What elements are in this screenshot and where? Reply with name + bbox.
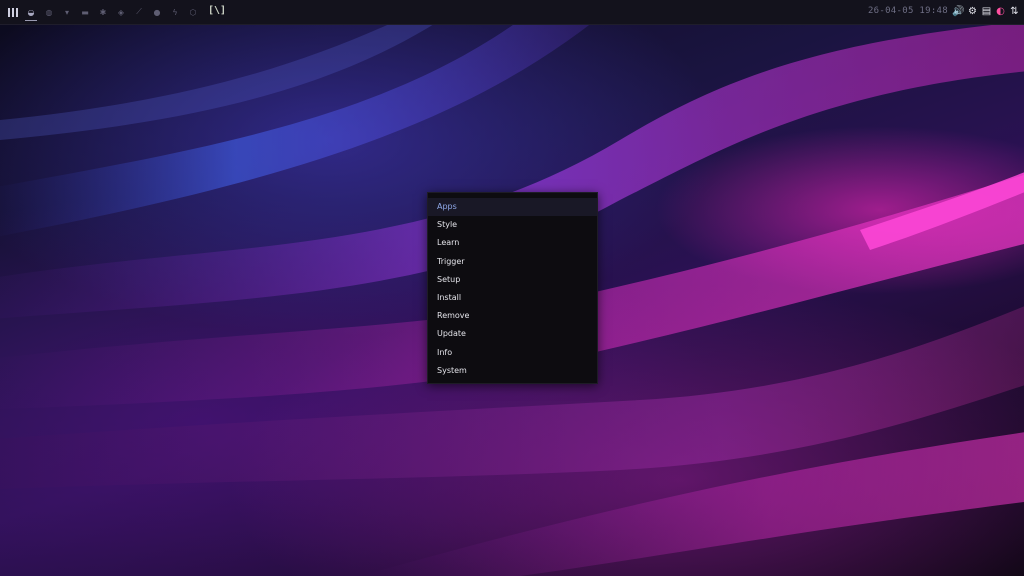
bug-icon: ✱ [99,7,107,17]
workspace-3[interactable]: ▾ [58,3,76,21]
menu-item-system[interactable]: System [428,362,597,380]
settings-gear-icon[interactable]: ⚙ [967,6,978,18]
drop-icon: ● [153,7,161,17]
workspace-10[interactable]: ⬡ [184,3,202,21]
workspace-list: ◒ ◍ ▾ ▬ ✱ ◈ ⟋ ● ϟ ⬡ [22,3,202,21]
menu-item-info[interactable]: Info [428,344,597,362]
wrench-icon: ⟋ [136,7,142,16]
top-bar: ◒ ◍ ▾ ▬ ✱ ◈ ⟋ ● ϟ ⬡ [\] 26-04-05 19:48 🔊 ⚙ ▤ ◐ ⇅ [0,0,1024,25]
clock: 26-04-05 19:48 [867,6,948,16]
workspace-7[interactable]: ⟋ [130,3,148,21]
layout-indicator[interactable]: [\] [208,5,226,16]
workspace-5[interactable]: ✱ [94,3,112,21]
bolt-icon: ϟ [172,7,178,17]
workspace-6[interactable]: ◈ [112,3,130,21]
menu-item-learn[interactable]: Learn [428,234,597,252]
menu-item-update[interactable]: Update [428,325,597,343]
clipboard-icon[interactable]: ▤ [981,6,992,18]
workspace-4[interactable]: ▬ [76,3,94,21]
chat-icon: ▾ [64,7,69,17]
menu-item-remove[interactable]: Remove [428,307,597,325]
menu-item-style[interactable]: Style [428,216,597,234]
globe-icon: ◍ [45,7,53,17]
workspace-8[interactable]: ● [148,3,166,21]
launcher-menu: Apps Style Learn Trigger Setup Install Remove U… [427,192,598,384]
app-menu-button[interactable] [6,4,20,20]
menu-item-trigger[interactable]: Trigger [428,253,597,271]
network-arrows-icon[interactable]: ⇅ [1009,6,1020,18]
colorful-app-icon[interactable]: ◐ [995,6,1006,18]
hexagon-icon: ⬡ [189,7,197,17]
workspace-1[interactable]: ◒ [22,3,40,21]
volume-icon[interactable]: 🔊 [952,6,964,18]
moon-icon: ◒ [27,7,35,17]
menu-item-install[interactable]: Install [428,289,597,307]
menu-item-apps[interactable]: Apps [428,198,597,217]
workspace-9[interactable]: ϟ [166,3,184,21]
system-tray: 🔊 ⚙ ▤ ◐ ⇅ [952,5,1020,19]
menu-item-setup[interactable]: Setup [428,271,597,289]
shield-icon: ◈ [117,7,125,17]
mail-icon: ▬ [81,7,89,17]
workspace-2[interactable]: ◍ [40,3,58,21]
